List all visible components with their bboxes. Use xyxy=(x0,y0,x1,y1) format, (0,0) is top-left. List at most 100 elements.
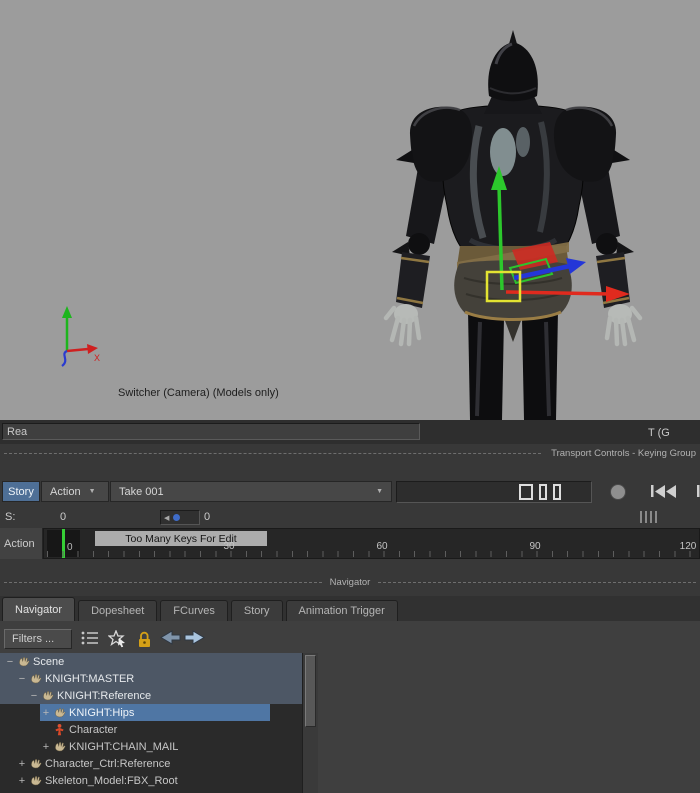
take-label: Take 001 xyxy=(119,486,164,498)
tree-scrollbar[interactable] xyxy=(302,653,318,793)
timeline-ruler[interactable]: 0 Too Many Keys For Edit 30 60 90 120 xyxy=(43,528,700,559)
tab-label: Navigator xyxy=(15,604,62,616)
action-mode-dropdown[interactable]: Action ▼ xyxy=(41,481,109,502)
tree-expander[interactable]: + xyxy=(40,741,52,753)
transport-toolbar: Story Action ▼ Take 001 ▼ xyxy=(0,463,700,507)
navigator-tabs: Navigator Dopesheet FCurves Story Animat… xyxy=(0,596,700,621)
model-hand-icon xyxy=(53,740,66,753)
frame-spinner[interactable]: ◀ xyxy=(160,510,200,525)
model-hand-icon xyxy=(53,706,66,719)
tree-expander[interactable]: + xyxy=(16,758,28,770)
pause-bar-icon xyxy=(553,484,561,500)
navigator-panel: Filters ... − Scene xyxy=(0,621,700,793)
pause-bar-icon xyxy=(539,484,547,500)
tree-row-label: Character_Ctrl:Reference xyxy=(45,758,170,770)
chevron-down-icon: ▼ xyxy=(89,488,96,495)
timeline-track-label: Action xyxy=(4,538,35,550)
playback-display xyxy=(396,481,592,503)
tree-expander[interactable]: − xyxy=(28,690,40,702)
tab-label: Animation Trigger xyxy=(299,605,385,617)
motionbuilder-window: X Switcher (Camera) (Models only) T (G T… xyxy=(0,0,700,793)
action-mode-label: Action xyxy=(50,486,81,498)
tab-label: Story xyxy=(244,605,270,617)
filters-button-label: Filters ... xyxy=(12,633,54,645)
tree-row-label: Skeleton_Model:FBX_Root xyxy=(45,775,178,787)
spinner-left-icon[interactable]: ◀ xyxy=(164,514,169,522)
tree-row-knight-chainmail[interactable]: + KNIGHT:CHAIN_MAIL xyxy=(0,738,302,755)
separator-dash xyxy=(378,582,696,583)
tab-story[interactable]: Story xyxy=(231,600,283,621)
zoom-grip-handle[interactable] xyxy=(640,511,660,526)
status-input[interactable] xyxy=(2,423,420,440)
tree-row-knight-hips[interactable]: + KNIGHT:Hips xyxy=(0,704,302,721)
tree-expander[interactable]: + xyxy=(40,707,52,719)
tab-label: Dopesheet xyxy=(91,605,144,617)
arrow-left-icon[interactable] xyxy=(160,630,181,645)
tree-expander[interactable]: − xyxy=(4,656,16,668)
tree-row-label: KNIGHT:Hips xyxy=(69,707,134,719)
world-axis-icon: X xyxy=(62,306,100,366)
timeline-track-selector[interactable]: Action xyxy=(0,528,43,559)
model-hand-icon xyxy=(29,757,42,770)
star-picker-icon[interactable] xyxy=(108,630,128,648)
transport-separator-label: Transport Controls - Keying Group xyxy=(551,448,696,459)
status-strip: T (G xyxy=(0,420,700,444)
spinner-value[interactable]: 0 xyxy=(204,511,210,523)
model-hand-icon xyxy=(41,689,54,702)
previous-frame-button[interactable] xyxy=(696,484,700,499)
tab-navigator[interactable]: Navigator xyxy=(2,597,75,621)
tree-row-label: KNIGHT:Reference xyxy=(57,690,151,702)
list-view-icon[interactable] xyxy=(80,630,100,646)
start-frame-label: S: xyxy=(5,511,15,523)
separator-dash xyxy=(4,453,541,454)
tree-row-knight-reference[interactable]: − KNIGHT:Reference xyxy=(0,687,302,704)
model-hand-icon xyxy=(17,655,30,668)
tree-row-knight-master[interactable]: − KNIGHT:MASTER xyxy=(0,670,302,687)
tab-animation-trigger[interactable]: Animation Trigger xyxy=(286,600,398,621)
separator-dash xyxy=(4,582,322,583)
tree-expander[interactable]: − xyxy=(16,673,28,685)
tree-row-character-ctrl-reference[interactable]: + Character_Ctrl:Reference xyxy=(0,755,302,772)
transport-separator[interactable]: Transport Controls - Keying Group xyxy=(0,445,700,461)
spinner-dot-icon[interactable] xyxy=(173,514,180,521)
knight-model[interactable] xyxy=(386,30,640,420)
tab-dopesheet[interactable]: Dopesheet xyxy=(78,600,157,621)
tree-scrollbar-thumb[interactable] xyxy=(305,655,316,727)
model-hand-icon xyxy=(29,672,42,685)
navigator-separator-label: Navigator xyxy=(330,577,371,588)
stop-state-icon xyxy=(519,484,533,500)
character-icon xyxy=(53,723,66,736)
navigator-separator[interactable]: Navigator xyxy=(0,574,700,590)
tree-row-label: KNIGHT:MASTER xyxy=(45,673,134,685)
go-to-start-button[interactable] xyxy=(650,484,684,499)
tab-fcurves[interactable]: FCurves xyxy=(160,600,228,621)
tree-row-label: Character xyxy=(69,724,117,736)
too-many-keys-warning: Too Many Keys For Edit xyxy=(95,531,267,546)
start-frame-value[interactable]: 0 xyxy=(60,511,66,523)
model-hand-icon xyxy=(29,774,42,787)
start-frame-row: S: 0 ◀ 0 xyxy=(0,507,700,528)
tree-row-skeleton-model-fbx-root[interactable]: + Skeleton_Model:FBX_Root xyxy=(0,772,302,789)
take-dropdown[interactable]: Take 001 ▼ xyxy=(110,481,392,502)
lock-icon[interactable] xyxy=(136,630,153,648)
viewport-3d[interactable]: X Switcher (Camera) (Models only) xyxy=(0,0,700,420)
story-button-label: Story xyxy=(8,486,34,498)
tree-row-scene[interactable]: − Scene xyxy=(0,653,302,670)
story-button[interactable]: Story xyxy=(2,481,40,502)
tree-row-skeleton-model-ctrl[interactable]: + Skeleton_Model_Ctrl:Reference xyxy=(0,789,302,793)
axis-x-label: X xyxy=(94,353,100,363)
tree-expander[interactable]: + xyxy=(16,775,28,787)
timeline-row: Action 0 Too Many Keys For Edit 30 60 90… xyxy=(0,528,700,559)
scene-tree[interactable]: − Scene − KNIGHT:MASTER − KNIGHT:Referen… xyxy=(0,653,318,793)
arrow-right-icon[interactable] xyxy=(184,630,205,645)
tree-row-character[interactable]: Character xyxy=(0,721,302,738)
tab-label: FCurves xyxy=(173,605,215,617)
tree-row-label: Scene xyxy=(33,656,64,668)
viewport-canvas: X xyxy=(0,0,700,420)
chevron-down-icon: ▼ xyxy=(376,488,383,495)
record-button[interactable] xyxy=(610,484,626,500)
filters-button[interactable]: Filters ... xyxy=(4,629,72,649)
camera-switcher-label: Switcher (Camera) (Models only) xyxy=(118,387,279,399)
status-right-label: T (G xyxy=(648,427,670,439)
ruler-ticks xyxy=(44,551,699,557)
